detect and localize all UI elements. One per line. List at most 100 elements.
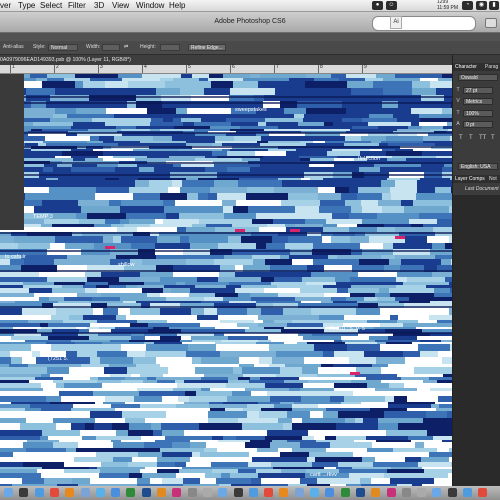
- document-tab[interactable]: 0A0979096EAD149393.psb @ 100% (Layer 11,…: [0, 55, 452, 65]
- trash-icon[interactable]: [202, 488, 212, 497]
- indesign-icon[interactable]: [172, 488, 182, 497]
- fullscreen-icon[interactable]: [485, 18, 497, 28]
- dreamweaver-icon[interactable]: [340, 488, 350, 497]
- glitch-block: [103, 158, 135, 161]
- glitch-block: [68, 374, 110, 377]
- chrome-icon[interactable]: [49, 488, 59, 497]
- glitch-block: [0, 364, 9, 367]
- small-caps-button[interactable]: T: [491, 135, 495, 141]
- glitch-block: [180, 323, 200, 327]
- glitch-block: [200, 323, 237, 327]
- glitch-block: [23, 462, 64, 467]
- tab-layer-comps[interactable]: Layer Comps: [455, 175, 485, 183]
- firefox-icon[interactable]: [65, 488, 75, 497]
- menu-help[interactable]: Help: [169, 0, 185, 11]
- vertical-scale-field[interactable]: 100%: [463, 110, 493, 117]
- tab-paragraph[interactable]: Parag: [485, 63, 498, 71]
- glitch-block: [186, 178, 198, 180]
- font-family-select[interactable]: Oswald: [458, 74, 498, 81]
- itunes-icon[interactable]: [95, 488, 105, 497]
- mail-icon[interactable]: [80, 488, 90, 497]
- baseline-field[interactable]: 0 pt: [463, 121, 493, 128]
- finder-icon[interactable]: [432, 488, 442, 497]
- indesign-icon[interactable]: [386, 488, 396, 497]
- style-select[interactable]: Normal: [48, 44, 78, 51]
- dashboard-icon[interactable]: [447, 488, 457, 497]
- font-size-field[interactable]: 27 pt: [463, 87, 493, 94]
- all-caps-button[interactable]: TT: [479, 135, 486, 141]
- safari-icon[interactable]: [34, 488, 44, 497]
- dreamweaver-icon[interactable]: [126, 488, 136, 497]
- glitch-block: [405, 357, 442, 364]
- refine-edge-button[interactable]: Refine Edge...: [188, 44, 226, 51]
- spotlight-icon[interactable]: ●: [372, 1, 383, 10]
- menu-view[interactable]: View: [112, 0, 129, 11]
- finder-icon[interactable]: [4, 488, 13, 497]
- preferences-icon[interactable]: [187, 488, 197, 497]
- illustrator-icon[interactable]: [371, 488, 381, 497]
- safari-icon[interactable]: [248, 488, 258, 497]
- glitch-block: [436, 408, 452, 411]
- dashboard-icon[interactable]: [233, 488, 243, 497]
- kerning-field[interactable]: Metrics: [463, 98, 493, 105]
- glitch-block: [325, 141, 371, 143]
- kerning-icon: V: [456, 98, 460, 104]
- glitch-block: [102, 383, 143, 388]
- tab-character[interactable]: Character: [455, 63, 477, 71]
- glitch-block: [287, 411, 310, 418]
- photoshop-icon[interactable]: [355, 488, 365, 497]
- firefox-icon[interactable]: [279, 488, 289, 497]
- battery-icon[interactable]: ▮: [489, 1, 499, 10]
- chrome-icon[interactable]: [264, 488, 274, 497]
- appstore-icon[interactable]: [325, 488, 335, 497]
- italic-button[interactable]: T: [469, 135, 473, 141]
- chrome-icon[interactable]: [478, 488, 488, 497]
- glitch-block: [271, 282, 306, 285]
- mail-icon[interactable]: [294, 488, 304, 497]
- swap-icon[interactable]: ⇄: [124, 41, 128, 54]
- document-canvas[interactable]: sweepstakes Ifelection TEMP 3 to cshuir …: [0, 74, 452, 486]
- glitch-block: [225, 430, 267, 436]
- glitch-block: [197, 315, 218, 320]
- help-search-field[interactable]: [372, 16, 476, 31]
- glitch-block: [387, 469, 424, 473]
- menu-3d[interactable]: 3D: [94, 0, 104, 11]
- finder-icon[interactable]: [218, 488, 228, 497]
- appstore-icon[interactable]: [111, 488, 121, 497]
- glitch-block: [388, 336, 417, 340]
- glitch-block: [209, 404, 247, 408]
- menu-type[interactable]: Type: [18, 0, 35, 11]
- ai-badge[interactable]: Ai: [390, 16, 402, 29]
- trash-icon[interactable]: [417, 488, 427, 497]
- bold-button[interactable]: T: [459, 135, 463, 141]
- glitch-block: [31, 149, 71, 151]
- glitch-block: [120, 297, 166, 301]
- menu-layer[interactable]: ver: [0, 0, 11, 11]
- glitch-block: [162, 452, 192, 457]
- photoshop-icon[interactable]: [141, 488, 151, 497]
- itunes-icon[interactable]: [310, 488, 319, 497]
- width-field[interactable]: [102, 44, 120, 51]
- last-document-item[interactable]: Last Document: [465, 185, 499, 193]
- height-field[interactable]: [160, 44, 180, 51]
- language-select[interactable]: English: USA: [458, 163, 498, 170]
- menu-select[interactable]: Select: [40, 0, 62, 11]
- preferences-icon[interactable]: [401, 488, 411, 497]
- glitch-block: [95, 418, 103, 423]
- tab-notes[interactable]: Not: [489, 175, 497, 183]
- anti-alias-checkbox[interactable]: Anti-alias: [3, 41, 24, 54]
- wifi-icon[interactable]: ◔: [462, 1, 473, 10]
- glitch-block: [223, 74, 250, 78]
- dashboard-icon[interactable]: [19, 488, 29, 497]
- glitch-block: [26, 88, 55, 95]
- glitch-block: [303, 336, 341, 340]
- menu-window[interactable]: Window: [136, 0, 164, 11]
- glitch-block: [427, 327, 452, 329]
- safari-icon[interactable]: [463, 488, 472, 497]
- illustrator-icon[interactable]: [157, 488, 166, 497]
- user-icon[interactable]: ☺: [386, 1, 397, 10]
- glitch-block: [163, 374, 204, 377]
- volume-icon[interactable]: ◉: [476, 1, 487, 10]
- menu-filter[interactable]: Filter: [68, 0, 86, 11]
- glitch-block: [178, 408, 210, 411]
